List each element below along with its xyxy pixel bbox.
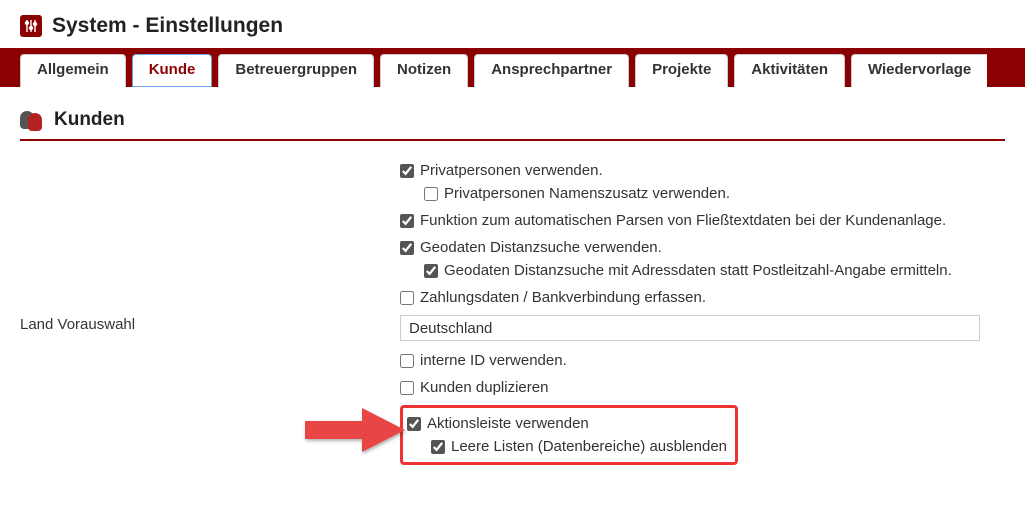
section-title: Kunden	[54, 109, 125, 131]
checkbox-interne-id[interactable]	[400, 354, 414, 368]
select-land-value: Deutschland	[409, 320, 492, 337]
tab-ansprechpartner[interactable]: Ansprechpartner	[474, 54, 629, 87]
customers-icon	[20, 109, 42, 131]
tab-wiedervorlage[interactable]: Wiedervorlage	[851, 54, 987, 87]
checkbox-auto-parse[interactable]	[400, 214, 414, 228]
tab-bar: Allgemein Kunde Betreuergruppen Notizen …	[0, 48, 1025, 87]
label-zahlungsdaten: Zahlungsdaten / Bankverbindung erfassen.	[420, 289, 706, 306]
label-privatpersonen: Privatpersonen verwenden.	[420, 162, 603, 179]
settings-icon	[20, 15, 42, 37]
select-land-vorauswahl[interactable]: Deutschland	[400, 315, 980, 341]
page-title: System - Einstellungen	[52, 14, 283, 38]
label-leere-listen: Leere Listen (Datenbereiche) ausblenden	[451, 438, 727, 455]
checkbox-kunden-duplizieren[interactable]	[400, 381, 414, 395]
checkbox-geodaten-adressdaten[interactable]	[424, 264, 438, 278]
tab-notizen[interactable]: Notizen	[380, 54, 468, 87]
label-aktionsleiste: Aktionsleiste verwenden	[427, 415, 589, 432]
tab-betreuergruppen[interactable]: Betreuergruppen	[218, 54, 374, 87]
page-header: System - Einstellungen	[0, 0, 1025, 48]
label-geodaten-adressdaten: Geodaten Distanzsuche mit Adressdaten st…	[444, 262, 952, 279]
checkbox-privatpersonen[interactable]	[400, 164, 414, 178]
label-interne-id: interne ID verwenden.	[420, 352, 567, 369]
tab-kunde[interactable]: Kunde	[132, 54, 213, 87]
label-privatpersonen-namenszusatz: Privatpersonen Namenszusatz verwenden.	[444, 185, 730, 202]
checkbox-geodaten-distanz[interactable]	[400, 241, 414, 255]
checkbox-privatpersonen-namenszusatz[interactable]	[424, 187, 438, 201]
checkbox-leere-listen[interactable]	[431, 440, 445, 454]
tab-projekte[interactable]: Projekte	[635, 54, 728, 87]
tab-allgemein[interactable]: Allgemein	[20, 54, 126, 87]
highlight-box: Aktionsleiste verwenden Leere Listen (Da…	[400, 405, 738, 465]
section-header: Kunden	[20, 109, 1005, 141]
tab-aktivitaeten[interactable]: Aktivitäten	[734, 54, 845, 87]
checkbox-zahlungsdaten[interactable]	[400, 291, 414, 305]
label-geodaten-distanz: Geodaten Distanzsuche verwenden.	[420, 239, 662, 256]
checkbox-aktionsleiste[interactable]	[407, 417, 421, 431]
label-land-vorauswahl: Land Vorauswahl	[20, 313, 400, 333]
label-auto-parse: Funktion zum automatischen Parsen von Fl…	[420, 212, 946, 229]
label-kunden-duplizieren: Kunden duplizieren	[420, 379, 548, 396]
